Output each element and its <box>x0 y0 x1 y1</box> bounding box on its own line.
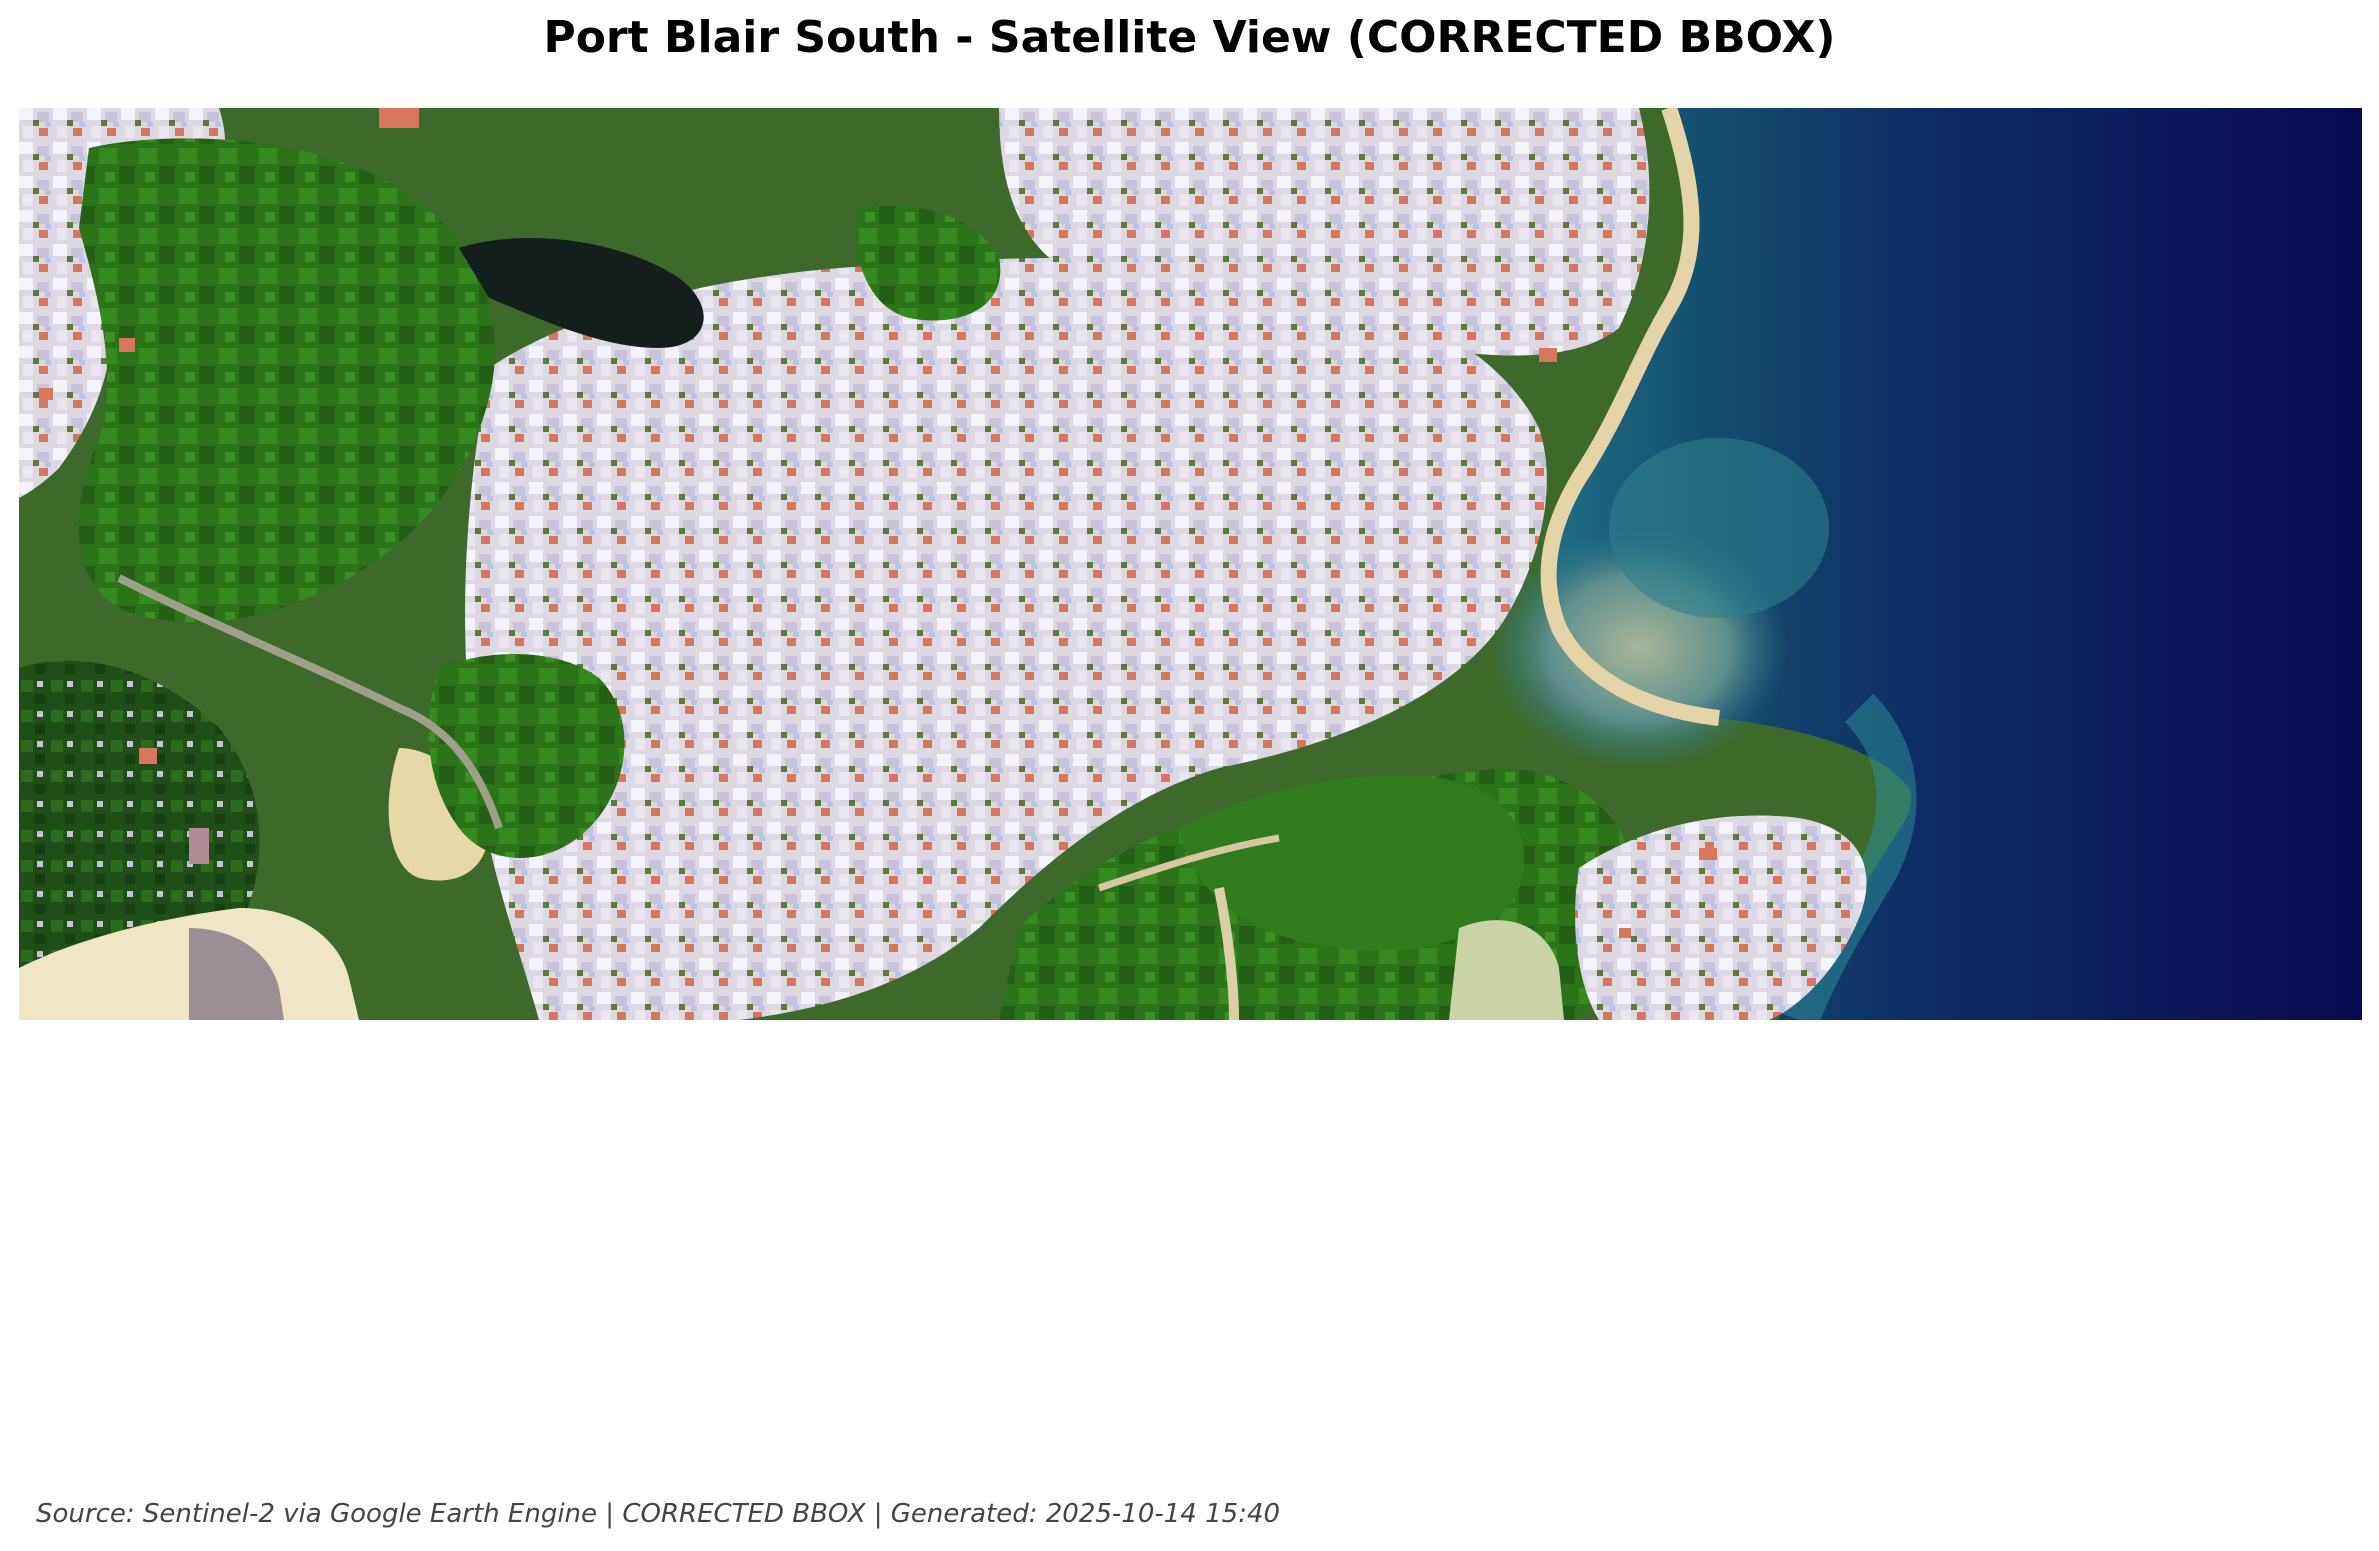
figure-title: Port Blair South - Satellite View (CORRE… <box>543 12 1836 63</box>
source-caption: Source: Sentinel-2 via Google Earth Engi… <box>36 1499 1281 1529</box>
satellite-image <box>19 108 2362 1020</box>
